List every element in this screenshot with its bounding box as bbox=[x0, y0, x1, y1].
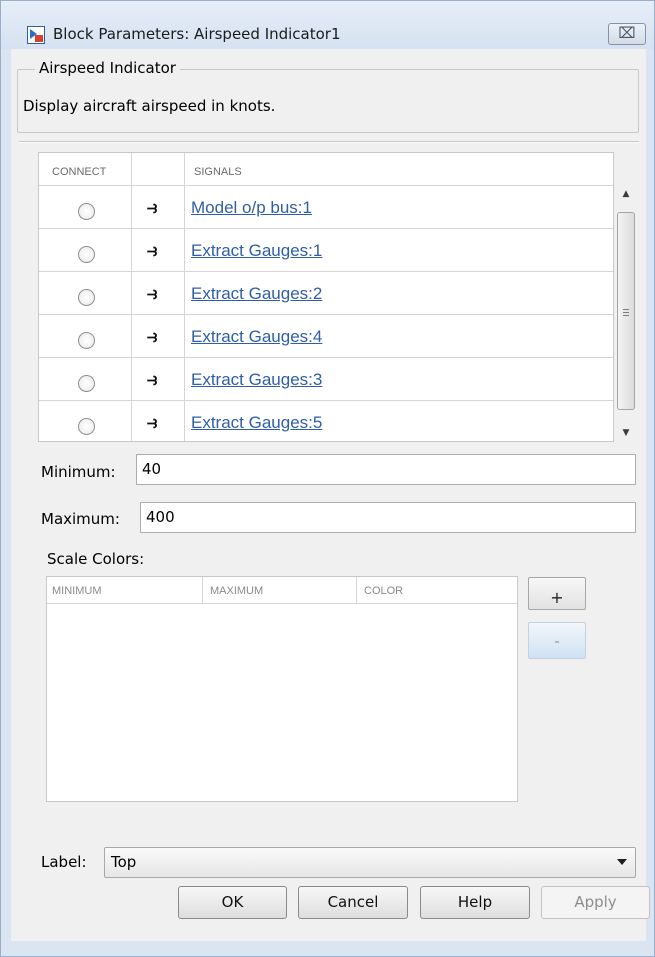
table-row: ⥽ Extract Gauges:2 bbox=[39, 272, 613, 315]
minimum-label: Minimum: bbox=[41, 463, 116, 481]
scroll-down-arrow-icon[interactable]: ▼ bbox=[614, 424, 638, 442]
column-header-color: COLOR bbox=[364, 585, 404, 597]
ok-button[interactable]: OK bbox=[178, 886, 287, 919]
port-connector-icon: ⥽ bbox=[147, 369, 158, 390]
column-header-minimum: MINIMUM bbox=[52, 585, 102, 597]
scale-colors-header: MINIMUM MAXIMUM COLOR bbox=[47, 577, 517, 604]
signal-link[interactable]: Extract Gauges:4 bbox=[191, 327, 322, 347]
description-group-title: Airspeed Indicator bbox=[35, 59, 180, 77]
minimum-input[interactable]: 40 bbox=[136, 454, 636, 485]
dialog-window: Block Parameters: Airspeed Indicator1 ⌧ … bbox=[0, 0, 655, 957]
connect-radio[interactable] bbox=[78, 289, 95, 306]
signals-table: CONNECT SIGNALS ⥽ Model o/p bus:1 ⥽ Extr… bbox=[38, 152, 614, 442]
label-position-label: Label: bbox=[41, 853, 87, 871]
signals-table-header: CONNECT SIGNALS bbox=[39, 153, 613, 186]
scroll-up-arrow-icon[interactable]: ▲ bbox=[614, 185, 638, 203]
label-position-value: Top bbox=[111, 853, 137, 871]
port-connector-icon: ⥽ bbox=[147, 412, 158, 433]
column-divider bbox=[184, 153, 185, 441]
table-row: ⥽ Extract Gauges:3 bbox=[39, 358, 613, 401]
connect-radio[interactable] bbox=[78, 375, 95, 392]
signal-link[interactable]: Extract Gauges:1 bbox=[191, 241, 322, 261]
window-title: Block Parameters: Airspeed Indicator1 bbox=[53, 25, 341, 43]
port-connector-icon: ⥽ bbox=[147, 197, 158, 218]
connect-radio[interactable] bbox=[78, 246, 95, 263]
column-divider bbox=[202, 577, 203, 604]
title-bar[interactable]: Block Parameters: Airspeed Indicator1 ⌧ bbox=[1, 1, 654, 49]
apply-button[interactable]: Apply bbox=[541, 886, 650, 919]
port-connector-icon: ⥽ bbox=[147, 326, 158, 347]
connect-radio[interactable] bbox=[78, 332, 95, 349]
column-header-maximum: MAXIMUM bbox=[210, 585, 264, 597]
maximum-input[interactable]: 400 bbox=[140, 502, 636, 533]
close-button[interactable]: ⌧ bbox=[608, 23, 646, 45]
table-row: ⥽ Extract Gauges:1 bbox=[39, 229, 613, 272]
close-icon: ⌧ bbox=[618, 24, 636, 42]
scale-colors-label: Scale Colors: bbox=[47, 550, 145, 568]
table-row: ⥽ Model o/p bus:1 bbox=[39, 186, 613, 229]
port-connector-icon: ⥽ bbox=[147, 283, 158, 304]
simulink-block-icon bbox=[27, 26, 45, 44]
signal-link[interactable]: Extract Gauges:3 bbox=[191, 370, 322, 390]
table-row: ⥽ Extract Gauges:5 bbox=[39, 401, 613, 441]
connect-radio[interactable] bbox=[78, 418, 95, 435]
separator bbox=[19, 141, 639, 143]
remove-scale-color-button[interactable]: - bbox=[528, 622, 586, 659]
column-divider bbox=[131, 153, 132, 441]
maximum-label: Maximum: bbox=[41, 510, 120, 528]
signal-link[interactable]: Model o/p bus:1 bbox=[191, 198, 312, 218]
connect-radio[interactable] bbox=[78, 203, 95, 220]
scroll-grip-icon bbox=[623, 309, 629, 316]
cancel-button[interactable]: Cancel bbox=[298, 886, 408, 919]
description-text: Display aircraft airspeed in knots. bbox=[23, 97, 276, 115]
column-divider bbox=[356, 577, 357, 604]
add-scale-color-button[interactable]: + bbox=[528, 577, 586, 610]
port-connector-icon: ⥽ bbox=[147, 240, 158, 261]
label-position-select[interactable]: Top bbox=[104, 847, 636, 878]
signal-link[interactable]: Extract Gauges:5 bbox=[191, 413, 322, 433]
signal-link[interactable]: Extract Gauges:2 bbox=[191, 284, 322, 304]
signals-scrollbar[interactable]: ▲ ▼ bbox=[614, 185, 638, 442]
chevron-down-icon bbox=[617, 859, 627, 865]
help-button[interactable]: Help bbox=[420, 886, 530, 919]
scale-colors-table[interactable]: MINIMUM MAXIMUM COLOR bbox=[46, 576, 518, 802]
column-header-signals: SIGNALS bbox=[194, 166, 242, 178]
table-row: ⥽ Extract Gauges:4 bbox=[39, 315, 613, 358]
scroll-thumb[interactable] bbox=[617, 212, 635, 410]
column-header-connect: CONNECT bbox=[52, 166, 107, 178]
